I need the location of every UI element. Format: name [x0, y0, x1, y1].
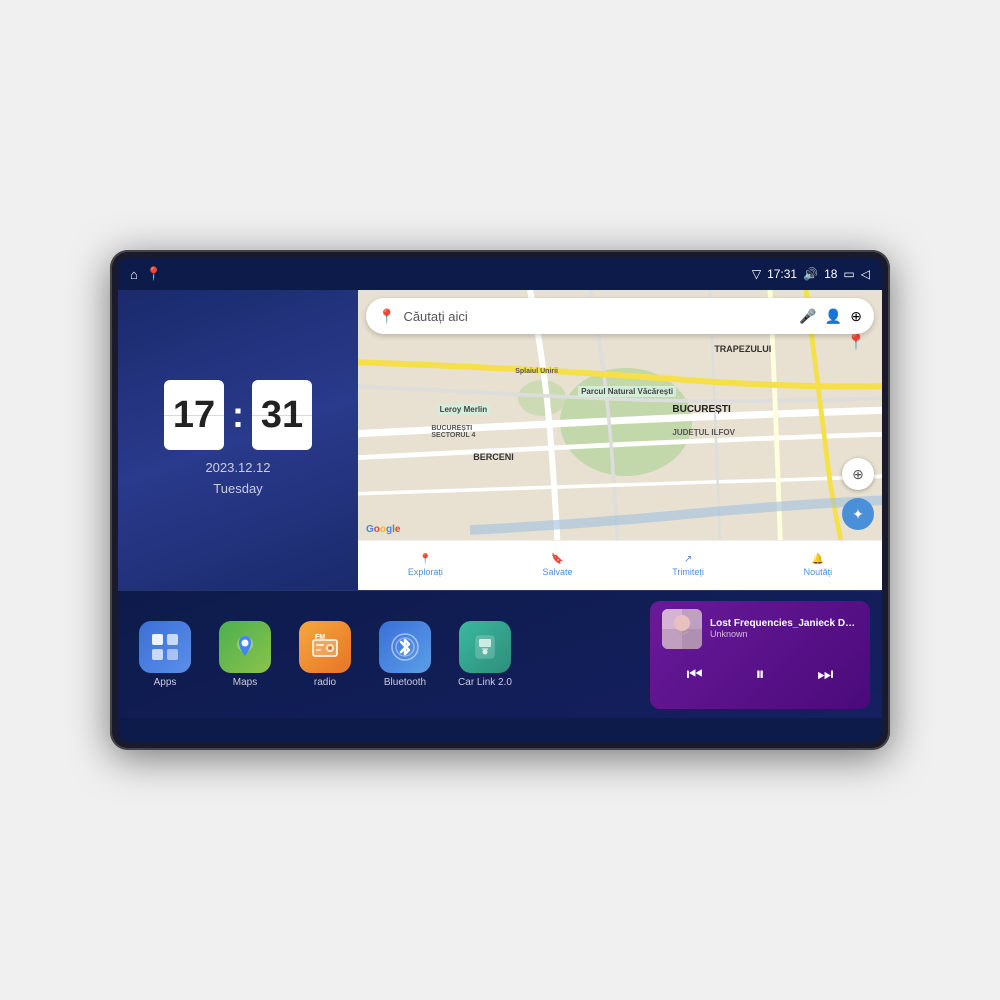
clock-display: 17 : 31 — [164, 380, 312, 450]
map-panel[interactable]: TRAPEZULUI BUCUREȘTI JUDEȚUL ILFOV Parcu… — [358, 290, 882, 590]
apps-label: Apps — [154, 677, 177, 688]
maps-label: Maps — [233, 677, 257, 688]
app-item-maps[interactable]: Maps — [210, 621, 280, 688]
volume-icon: 🔊 — [803, 267, 818, 281]
music-controls: ⏮ ⏸ ⏭ — [662, 655, 858, 695]
map-nav-explore[interactable]: 📍 Explorați — [408, 554, 443, 577]
battery-icon: ▭ — [843, 267, 854, 281]
map-bottom-bar: 📍 Explorați 🔖 Salvate ↗ Trimiteți 🔔 — [358, 540, 882, 590]
time-display: 17:31 — [767, 267, 797, 281]
device: ⌂ 📍 ▽ 17:31 🔊 18 ▭ ◁ 17 : — [110, 250, 890, 750]
maps-search-pin-icon: 📍 — [378, 308, 395, 325]
map-nav-news[interactable]: 🔔 Noutăți — [804, 554, 833, 577]
maps-status-icon[interactable]: 📍 — [146, 266, 162, 282]
news-icon: 🔔 — [812, 554, 824, 565]
explore-icon: 📍 — [419, 554, 431, 565]
music-thumbnail — [662, 609, 702, 649]
svg-text:FM: FM — [315, 634, 325, 641]
next-button[interactable]: ⏭ — [809, 659, 841, 691]
music-artist: Unknown — [710, 629, 858, 639]
signal-strength: 18 — [824, 267, 837, 281]
map-nav-share[interactable]: ↗ Trimiteți — [672, 554, 704, 577]
play-pause-button[interactable]: ⏸ — [744, 659, 776, 691]
account-icon[interactable]: 👤 — [825, 308, 842, 325]
explore-label: Explorați — [408, 567, 443, 577]
status-right: ▽ 17:31 🔊 18 ▭ ◁ — [752, 267, 870, 281]
bluetooth-app-icon — [379, 621, 431, 673]
google-logo: Google — [366, 524, 400, 535]
map-search-text[interactable]: Căutați aici — [403, 309, 791, 324]
layers-icon[interactable]: ⊕ — [850, 308, 862, 325]
map-locate-button[interactable]: ⊕ — [842, 458, 874, 490]
status-left: ⌂ 📍 — [130, 266, 162, 282]
screen: ⌂ 📍 ▽ 17:31 🔊 18 ▭ ◁ 17 : — [118, 258, 882, 742]
clock-minute: 31 — [252, 380, 312, 450]
map-search-icons: 🎤 👤 ⊕ — [799, 308, 862, 325]
clock-date: 2023.12.12 Tuesday — [205, 458, 270, 500]
top-section: 17 : 31 2023.12.12 Tuesday — [118, 290, 882, 590]
saved-icon: 🔖 — [551, 554, 563, 565]
map-search-bar[interactable]: 📍 Căutați aici 🎤 👤 ⊕ — [366, 298, 874, 334]
music-info: Lost Frequencies_Janieck Devy-... Unknow… — [710, 618, 858, 639]
app-item-bluetooth[interactable]: Bluetooth — [370, 621, 440, 688]
app-item-radio[interactable]: FM radio — [290, 621, 360, 688]
main-area: 17 : 31 2023.12.12 Tuesday — [118, 290, 882, 742]
carlink-icon — [459, 621, 511, 673]
bottom-section: Apps Maps — [118, 590, 882, 718]
music-title: Lost Frequencies_Janieck Devy-... — [710, 618, 858, 629]
share-label: Trimiteți — [672, 567, 704, 577]
news-label: Noutăți — [804, 567, 833, 577]
share-icon: ↗ — [684, 554, 692, 565]
location-signal-icon: ▽ — [752, 267, 761, 281]
clock-panel: 17 : 31 2023.12.12 Tuesday — [118, 290, 358, 590]
map-nav-saved[interactable]: 🔖 Salvate — [543, 554, 573, 577]
bluetooth-label: Bluetooth — [384, 677, 426, 688]
apps-row: Apps Maps — [130, 621, 650, 688]
map-pin-marker: 📍 — [846, 332, 866, 352]
radio-label: radio — [314, 677, 336, 688]
home-icon[interactable]: ⌂ — [130, 267, 138, 282]
maps-app-icon — [219, 621, 271, 673]
mic-icon[interactable]: 🎤 — [799, 308, 816, 325]
prev-button[interactable]: ⏮ — [679, 659, 711, 691]
carlink-label: Car Link 2.0 — [458, 677, 512, 688]
music-top: Lost Frequencies_Janieck Devy-... Unknow… — [662, 609, 858, 649]
radio-icon: FM — [299, 621, 351, 673]
map-compass[interactable]: ✦ — [842, 498, 874, 530]
back-icon[interactable]: ◁ — [861, 267, 870, 281]
saved-label: Salvate — [543, 567, 573, 577]
clock-hour: 17 — [164, 380, 224, 450]
clock-colon: : — [232, 397, 244, 433]
music-player: Lost Frequencies_Janieck Devy-... Unknow… — [650, 601, 870, 709]
apps-icon — [139, 621, 191, 673]
app-item-apps[interactable]: Apps — [130, 621, 200, 688]
status-bar: ⌂ 📍 ▽ 17:31 🔊 18 ▭ ◁ — [118, 258, 882, 290]
app-item-carlink[interactable]: Car Link 2.0 — [450, 621, 520, 688]
